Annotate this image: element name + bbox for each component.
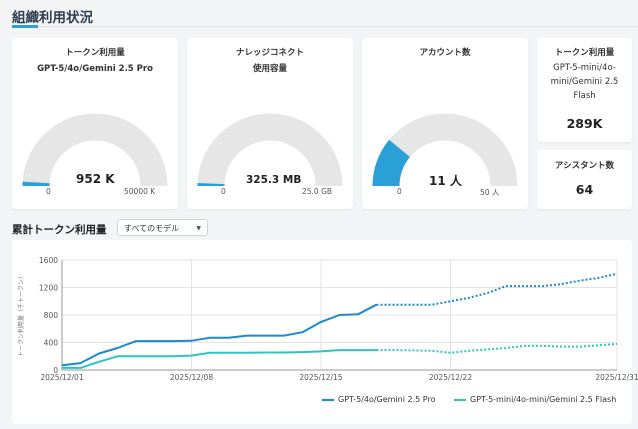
y-tick-label: 1200 bbox=[39, 284, 58, 293]
x-tick-label: 2025/12/15 bbox=[299, 373, 342, 382]
legend-label: GPT-5-mini/4o-mini/Gemini 2.5 Flash bbox=[470, 395, 617, 404]
forecast-line bbox=[376, 272, 618, 306]
x-tick-label: 2025/12/22 bbox=[429, 373, 472, 382]
y-axis-label: トークン利用量（千トークン） bbox=[17, 273, 25, 357]
x-tick-label: 2025/12/31 bbox=[595, 373, 638, 382]
legend-item-series1[interactable]: GPT-5/4o/Gemini 2.5 Pro bbox=[322, 395, 435, 404]
x-tick-label: 2025/12/01 bbox=[40, 373, 83, 382]
usage-chart: 1600120080040002025/12/01 2025/12/08 2025/… bbox=[17, 256, 638, 382]
y-tick-label: 400 bbox=[44, 339, 59, 348]
x-tick-label: 2025/12/08 bbox=[170, 373, 213, 382]
series-line bbox=[62, 349, 377, 369]
legend-item-series2[interactable]: GPT-5-mini/4o-mini/Gemini 2.5 Flash bbox=[454, 395, 616, 404]
series-line bbox=[61, 303, 377, 367]
forecast-line bbox=[376, 342, 618, 354]
y-tick-label: 800 bbox=[44, 311, 59, 320]
legend-label: GPT-5/4o/Gemini 2.5 Pro bbox=[338, 395, 436, 404]
legend-swatch bbox=[454, 398, 466, 401]
y-tick-label: 1600 bbox=[39, 256, 58, 265]
legend-swatch bbox=[322, 398, 334, 401]
